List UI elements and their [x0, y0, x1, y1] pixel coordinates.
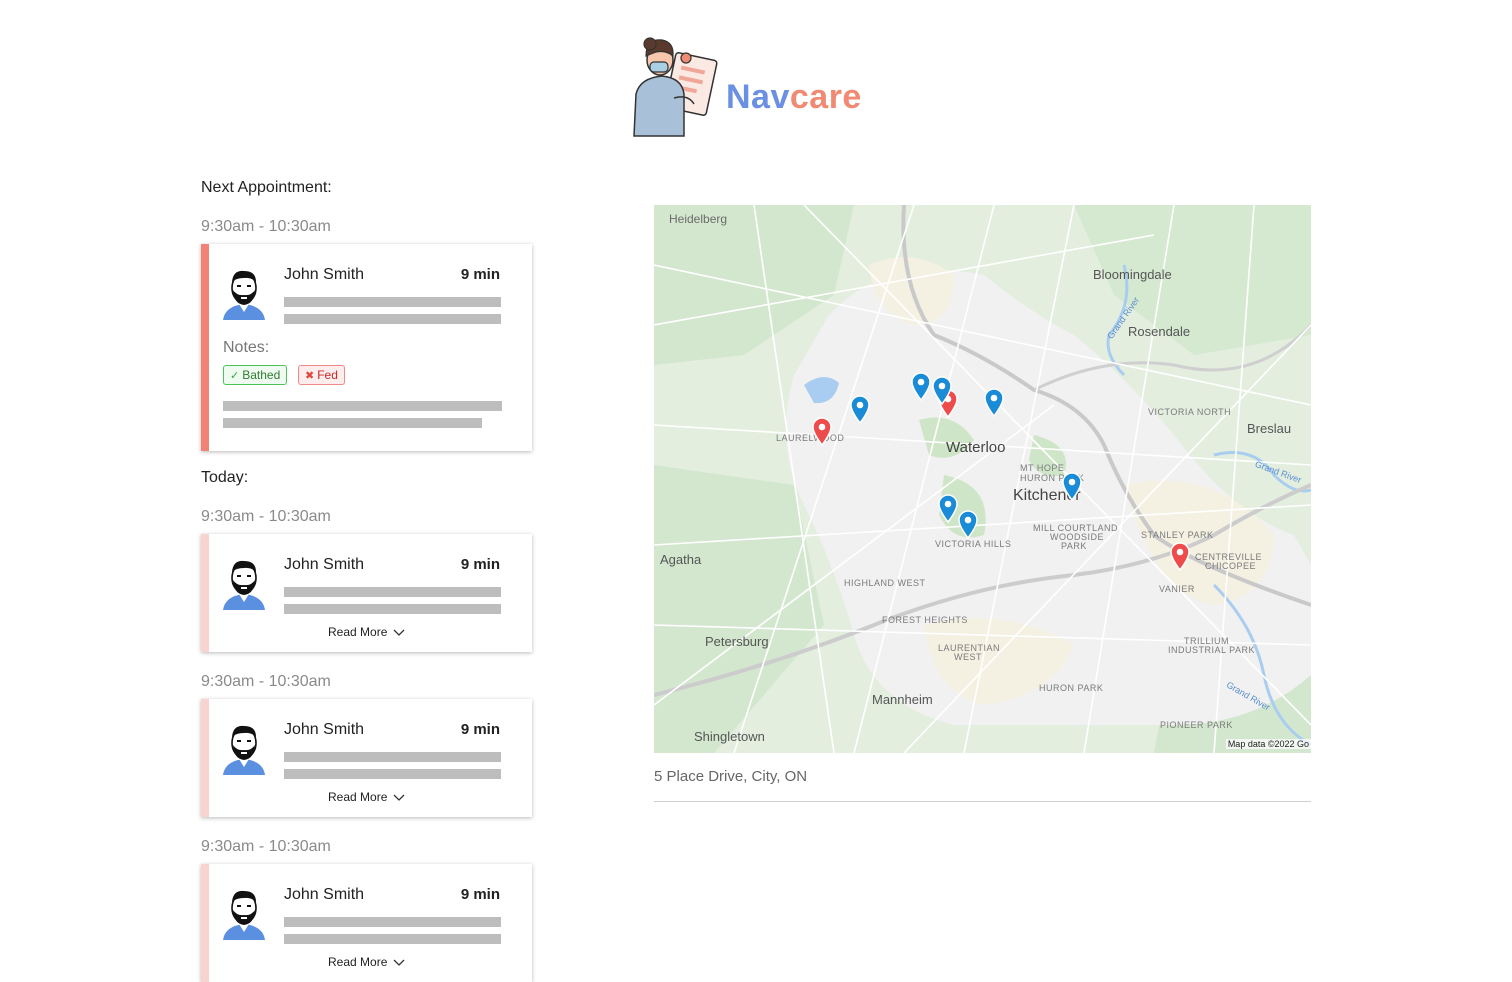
patient-name: John Smith	[284, 721, 365, 738]
brand-name-part1: Nav	[726, 78, 790, 116]
placeholder-line	[284, 934, 501, 944]
map-pin-red[interactable]	[1169, 541, 1191, 571]
map-pin-blue[interactable]	[937, 493, 959, 523]
read-more-label: Read More	[328, 790, 388, 805]
map-label: HIGHLAND WEST	[844, 578, 926, 588]
note-tag-bathed: ✓ Bathed	[223, 365, 288, 385]
brand-name-part2: care	[789, 78, 862, 116]
map-label: Waterloo	[946, 439, 1006, 456]
cross-icon: ✖	[305, 370, 315, 382]
eta-minutes: 9 min	[460, 886, 500, 903]
read-more-label: Read More	[328, 955, 388, 970]
card-accent-bar	[201, 244, 209, 451]
next-appointment-heading: Next Appointment:	[201, 179, 332, 196]
patient-avatar	[221, 266, 267, 320]
map-label: VICTORIA HILLS	[935, 539, 1012, 549]
placeholder-line	[284, 752, 501, 762]
appointment-card[interactable]: John Smith 9 min Read More	[201, 534, 532, 652]
brand-illustration	[626, 34, 722, 138]
map-label: Bloomingdale	[1093, 267, 1172, 282]
today-heading: Today:	[201, 469, 249, 486]
appointment-time: 9:30am - 10:30am	[201, 838, 331, 855]
appointment-time: 9:30am - 10:30am	[201, 673, 331, 690]
patient-avatar	[221, 886, 267, 940]
map-label: FOREST HEIGHTS	[882, 615, 968, 625]
placeholder-line	[284, 297, 501, 307]
appointment-card[interactable]: John Smith 9 min Read More	[201, 864, 532, 982]
placeholder-line	[284, 314, 501, 324]
map-label: PARK	[1061, 541, 1087, 551]
map-pin-blue[interactable]	[983, 387, 1005, 417]
card-accent-bar	[201, 534, 209, 652]
note-tag-label: Bathed	[242, 368, 281, 382]
placeholder-line	[284, 587, 501, 597]
patient-name: John Smith	[284, 556, 365, 573]
map-label: WEST	[954, 652, 982, 662]
map-base	[654, 205, 1311, 753]
placeholder-line	[284, 604, 501, 614]
eta-minutes: 9 min	[460, 721, 500, 738]
map-label: VANIER	[1159, 584, 1195, 594]
chevron-down-icon	[393, 626, 405, 640]
map-label: Mannheim	[872, 692, 933, 707]
map-label: Shingletown	[694, 729, 765, 744]
map-pin-blue[interactable]	[957, 509, 979, 539]
card-accent-bar	[201, 864, 209, 982]
chevron-down-icon	[393, 791, 405, 805]
placeholder-line	[284, 769, 501, 779]
address-text: 5 Place Drive, City, ON	[654, 768, 808, 785]
map-label: Petersburg	[705, 634, 769, 649]
read-more-label: Read More	[328, 625, 388, 640]
map-view[interactable]: Heidelberg Bloomingdale Rosendale Grand …	[654, 205, 1311, 753]
map-pin-red[interactable]	[811, 416, 833, 446]
check-icon: ✓	[230, 370, 240, 382]
map-label: Agatha	[660, 552, 702, 567]
map-label: INDUSTRIAL PARK	[1168, 645, 1256, 655]
patient-avatar	[221, 721, 267, 775]
patient-avatar	[221, 556, 267, 610]
map-label: HURON PARK	[1039, 683, 1104, 693]
map-label: MT HOPE	[1020, 463, 1065, 473]
map-label: Rosendale	[1128, 324, 1191, 339]
read-more-button[interactable]: Read More	[328, 625, 405, 640]
map-attribution: Map data ©2022 Go	[1225, 739, 1311, 749]
chevron-down-icon	[393, 956, 405, 970]
next-appointment-time: 9:30am - 10:30am	[201, 218, 331, 235]
placeholder-line	[223, 401, 502, 411]
map-pin-blue[interactable]	[931, 375, 953, 405]
map-label: PIONEER PARK	[1160, 720, 1233, 730]
map-label: Heidelberg	[669, 212, 728, 226]
patient-name: John Smith	[284, 266, 365, 283]
map-label: Breslau	[1247, 421, 1292, 436]
patient-name: John Smith	[284, 886, 365, 903]
eta-minutes: 9 min	[460, 556, 500, 573]
brand-wordmark: Navcare	[726, 78, 862, 117]
notes-label: Notes:	[223, 339, 270, 356]
map-pin-blue[interactable]	[849, 394, 871, 424]
note-tag-fed: ✖ Fed	[298, 365, 345, 385]
map-label: STANLEY PARK	[1141, 530, 1214, 540]
map-label: VICTORIA NORTH	[1148, 407, 1232, 417]
map-label: CHICOPEE	[1205, 561, 1257, 571]
eta-minutes: 9 min	[460, 266, 500, 283]
note-tag-label: Fed	[317, 368, 338, 382]
next-appointment-card[interactable]: John Smith 9 min Notes: ✓ Bathed ✖ Fed	[201, 244, 532, 451]
read-more-button[interactable]: Read More	[328, 790, 405, 805]
appointment-card[interactable]: John Smith 9 min Read More	[201, 699, 532, 817]
map-pin-blue[interactable]	[910, 371, 932, 401]
appointment-time: 9:30am - 10:30am	[201, 508, 331, 525]
read-more-button[interactable]: Read More	[328, 955, 405, 970]
placeholder-line	[223, 418, 482, 428]
address-divider	[654, 801, 1311, 802]
placeholder-line	[284, 917, 501, 927]
map-pin-blue[interactable]	[1061, 471, 1083, 501]
card-accent-bar	[201, 699, 209, 817]
